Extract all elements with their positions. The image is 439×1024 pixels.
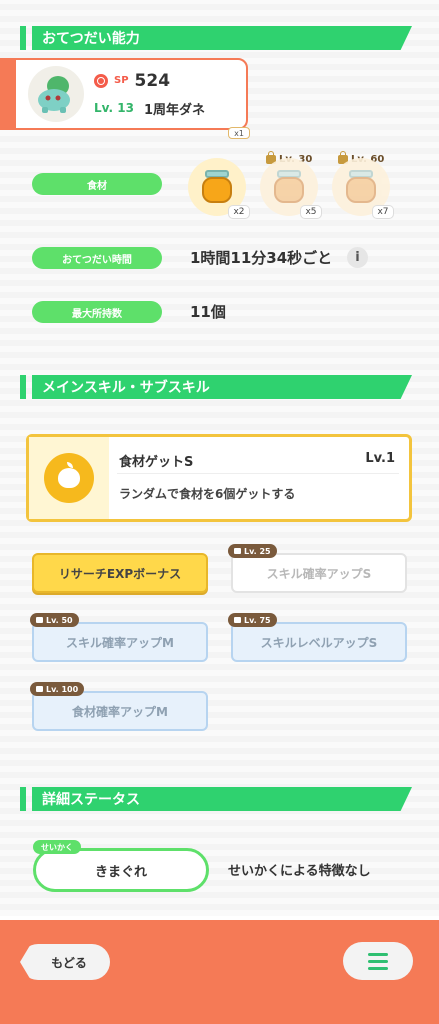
nature-button[interactable]: きまぐれ bbox=[33, 848, 209, 892]
sub-skill-button[interactable]: スキル確率アップS bbox=[231, 553, 407, 593]
profile-tab bbox=[0, 58, 14, 130]
section-title: 詳細ステータス bbox=[32, 787, 412, 811]
honey-jar-icon bbox=[202, 170, 232, 204]
lock-level: Lv. 25 bbox=[244, 546, 271, 556]
sub-skill-lock-tag: Lv. 50 bbox=[30, 613, 79, 627]
main-skill-name: 食材ゲットS bbox=[119, 455, 194, 470]
section-title: おてつだい能力 bbox=[32, 26, 412, 50]
section-bar bbox=[20, 375, 26, 399]
level-row: Lv. 13 1周年ダネ bbox=[94, 99, 205, 118]
divider bbox=[117, 473, 399, 474]
quantity-badge: x1 bbox=[228, 127, 250, 139]
pokemon-avatar bbox=[28, 66, 84, 122]
ingredients-label: 食材 bbox=[32, 173, 162, 195]
section-bar bbox=[20, 787, 26, 811]
max-carry-value: 11個 bbox=[190, 303, 226, 321]
menu-button[interactable] bbox=[343, 942, 413, 980]
ingredient-qty: x7 bbox=[372, 205, 394, 219]
help-time-label: おてつだい時間 bbox=[32, 247, 162, 269]
section-title: メインスキル・サブスキル bbox=[32, 375, 412, 399]
main-skill-card[interactable]: 食材ゲットS Lv.1 ランダムで食材を6個ゲットする bbox=[26, 434, 412, 522]
sp-row: SP 524 bbox=[94, 71, 205, 91]
hamburger-icon bbox=[368, 959, 388, 963]
lock-icon bbox=[36, 686, 43, 692]
lock-icon bbox=[36, 617, 43, 623]
nature-tag: せいかく bbox=[33, 840, 81, 854]
bulbasaur-icon bbox=[38, 76, 70, 113]
help-time-value: 1時間11分34秒ごと bbox=[190, 249, 333, 267]
nature-effect: せいかくによる特徴なし bbox=[228, 864, 371, 879]
lock-level: Lv. 100 bbox=[46, 684, 79, 694]
apple-icon bbox=[44, 453, 94, 503]
hamburger-icon bbox=[368, 952, 388, 956]
lock-icon bbox=[234, 617, 241, 623]
footer-bar: もどる bbox=[0, 916, 439, 1024]
sp-label: SP bbox=[114, 75, 129, 86]
honey-jar-icon bbox=[346, 170, 376, 204]
lock-icon bbox=[234, 548, 241, 554]
sub-skill-lock-tag: Lv. 75 bbox=[228, 613, 277, 627]
back-button[interactable]: もどる bbox=[20, 944, 110, 980]
sub-skill-button[interactable]: 食材確率アップM bbox=[32, 691, 208, 731]
sub-skill-lock-tag: Lv. 100 bbox=[30, 682, 85, 696]
skill-icon-panel bbox=[29, 437, 109, 519]
profile-card[interactable]: SP 524 Lv. 13 1周年ダネ bbox=[14, 58, 248, 130]
ingredient-qty: x5 bbox=[300, 205, 322, 219]
section-header-details: 詳細ステータス bbox=[20, 787, 412, 811]
lock-level: Lv. 50 bbox=[46, 615, 73, 625]
hamburger-icon bbox=[368, 966, 388, 970]
main-skill-description: ランダムで食材を6個ゲットする bbox=[119, 487, 296, 501]
section-bar bbox=[20, 26, 26, 50]
pokemon-nickname: 1周年ダネ bbox=[143, 102, 205, 118]
pokemon-level: Lv. 13 bbox=[94, 101, 134, 115]
ingredient-qty: x2 bbox=[228, 205, 250, 219]
section-header-skills: メインスキル・サブスキル bbox=[20, 375, 412, 399]
lock-level: Lv. 75 bbox=[244, 615, 271, 625]
honey-jar-icon bbox=[274, 170, 304, 204]
sub-skill-button[interactable]: スキルレベルアップS bbox=[231, 622, 407, 662]
main-skill-level: Lv.1 bbox=[365, 451, 395, 466]
max-carry-label: 最大所持数 bbox=[32, 301, 162, 323]
profile-info: SP 524 Lv. 13 1周年ダネ bbox=[94, 71, 205, 118]
sub-skill-button[interactable]: スキル確率アップM bbox=[32, 622, 208, 662]
sub-skill-button[interactable]: リサーチEXPボーナス bbox=[32, 553, 208, 593]
sub-skill-lock-tag: Lv. 25 bbox=[228, 544, 277, 558]
pokeball-icon bbox=[94, 73, 108, 88]
sp-value: 524 bbox=[134, 70, 171, 91]
section-header-helping: おてつだい能力 bbox=[20, 26, 412, 50]
info-icon[interactable]: i bbox=[347, 247, 368, 268]
